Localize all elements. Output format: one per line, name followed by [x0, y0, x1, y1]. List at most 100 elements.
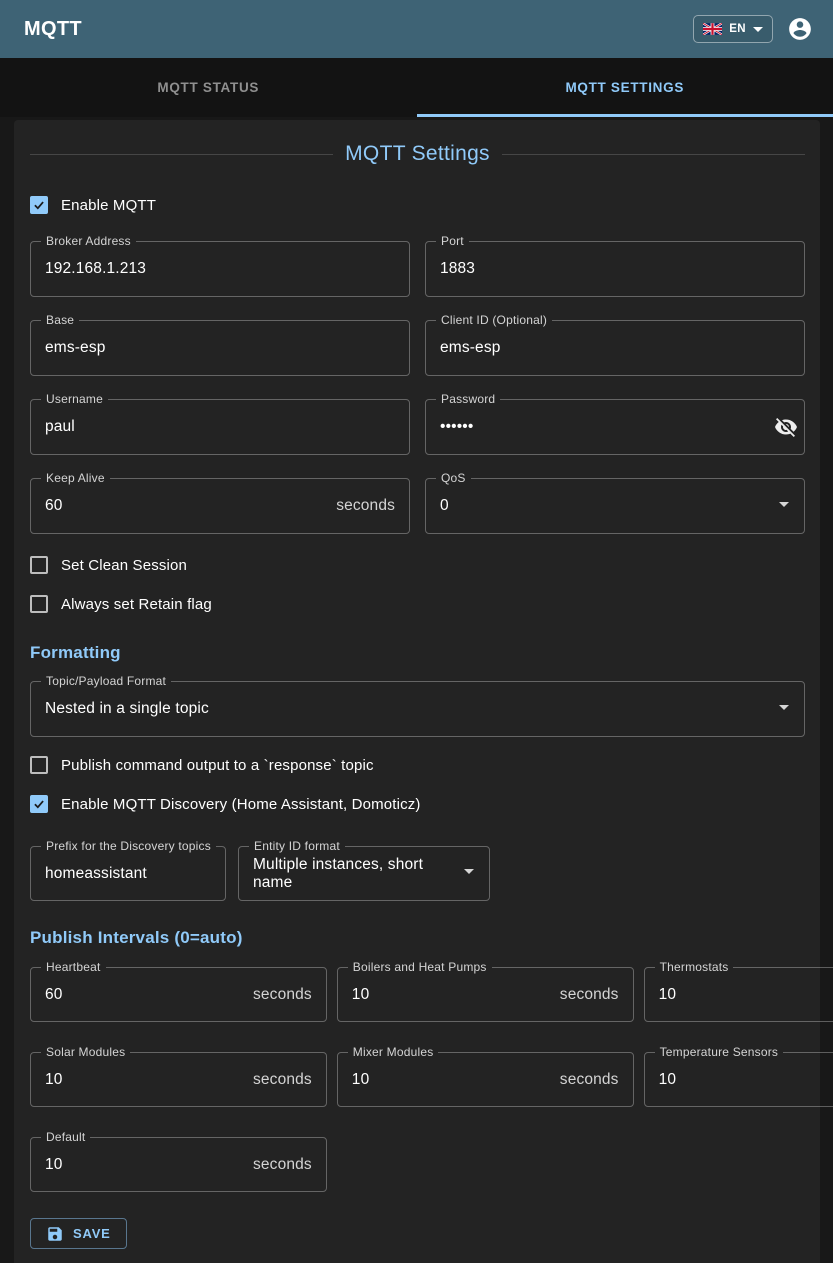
- qos-select[interactable]: QoS 0: [425, 478, 805, 534]
- visibility-off-icon[interactable]: [774, 415, 798, 439]
- checkbox-checked-icon[interactable]: [30, 795, 48, 813]
- retain-flag-checkbox-row[interactable]: Always set Retain flag: [30, 592, 805, 616]
- tab-label: MQTT SETTINGS: [565, 80, 684, 95]
- seconds-suffix: seconds: [560, 1071, 619, 1089]
- mixer-interval-field: Mixer Modules seconds: [337, 1052, 634, 1107]
- app-title: MQTT: [24, 18, 82, 41]
- default-interval-field: Default seconds: [30, 1137, 327, 1192]
- field-label: Port: [436, 234, 469, 248]
- field-label: Solar Modules: [41, 1045, 130, 1059]
- field-label: Keep Alive: [41, 471, 110, 485]
- entity-format-value: Multiple instances, short name: [253, 856, 457, 892]
- publish-response-checkbox-row[interactable]: Publish command output to a `response` t…: [30, 753, 805, 777]
- seconds-suffix: seconds: [253, 986, 312, 1004]
- save-button-label: SAVE: [73, 1226, 111, 1241]
- heartbeat-interval-field: Heartbeat seconds: [30, 967, 327, 1022]
- language-code: EN: [729, 23, 746, 35]
- checkbox-checked-icon[interactable]: [30, 196, 48, 214]
- broker-address-input[interactable]: [45, 260, 395, 278]
- tab-label: MQTT STATUS: [157, 80, 259, 95]
- save-button[interactable]: SAVE: [30, 1218, 127, 1249]
- keep-alive-field: Keep Alive seconds: [30, 478, 410, 534]
- mqtt-discovery-checkbox-row[interactable]: Enable MQTT Discovery (Home Assistant, D…: [30, 792, 805, 816]
- username-field: Username: [30, 399, 410, 455]
- field-label: Entity ID format: [249, 839, 345, 853]
- account-circle-icon[interactable]: [787, 16, 813, 42]
- base-input[interactable]: [45, 339, 395, 357]
- solar-interval-field: Solar Modules seconds: [30, 1052, 327, 1107]
- port-field: Port: [425, 241, 805, 297]
- publish-intervals-grid: Heartbeat seconds Boilers and Heat Pumps…: [30, 967, 805, 1192]
- field-label: Base: [41, 313, 79, 327]
- tab-mqtt-status[interactable]: MQTT STATUS: [0, 58, 417, 117]
- save-icon: [46, 1225, 64, 1243]
- page-title: MQTT Settings: [333, 143, 502, 165]
- dropdown-arrow-icon: [457, 859, 481, 888]
- seconds-suffix: seconds: [560, 986, 619, 1004]
- field-label: Client ID (Optional): [436, 313, 552, 327]
- appbar-actions: EN: [693, 15, 813, 43]
- tab-mqtt-settings[interactable]: MQTT SETTINGS: [417, 58, 833, 117]
- mixer-interval-input[interactable]: [352, 1071, 552, 1089]
- uk-flag-icon: [703, 23, 722, 35]
- port-input[interactable]: [440, 260, 790, 278]
- seconds-suffix: seconds: [336, 497, 395, 515]
- client-id-input[interactable]: [440, 339, 790, 357]
- field-label: Username: [41, 392, 108, 406]
- temperature-sensors-interval-input[interactable]: [659, 1071, 833, 1089]
- thermostats-interval-field: Thermostats seconds: [644, 967, 833, 1022]
- field-label: Thermostats: [655, 960, 734, 974]
- field-label: Mixer Modules: [348, 1045, 439, 1059]
- default-interval-input[interactable]: [45, 1156, 245, 1174]
- base-field: Base: [30, 320, 410, 376]
- password-input[interactable]: [440, 418, 774, 436]
- boilers-interval-input[interactable]: [352, 986, 552, 1004]
- broker-address-field: Broker Address: [30, 241, 410, 297]
- dropdown-arrow-icon: [772, 695, 796, 724]
- chevron-down-icon: [753, 27, 763, 32]
- temperature-sensors-interval-field: Temperature Sensors seconds: [644, 1052, 833, 1107]
- active-tab-indicator: [417, 114, 833, 117]
- discovery-fields-row: Prefix for the Discovery topics Entity I…: [30, 846, 805, 901]
- username-input[interactable]: [45, 418, 395, 436]
- password-field: Password: [425, 399, 805, 455]
- enable-mqtt-checkbox-row[interactable]: Enable MQTT: [30, 193, 805, 217]
- seconds-suffix: seconds: [253, 1156, 312, 1174]
- entity-id-format-select[interactable]: Entity ID format Multiple instances, sho…: [238, 846, 490, 901]
- qos-value: 0: [440, 497, 772, 515]
- discovery-prefix-input[interactable]: [45, 865, 211, 883]
- page-title-divider: MQTT Settings: [30, 143, 805, 165]
- divider-line: [30, 154, 333, 155]
- publish-intervals-heading: Publish Intervals (0=auto): [30, 927, 805, 949]
- clean-session-checkbox-row[interactable]: Set Clean Session: [30, 553, 805, 577]
- keep-alive-input[interactable]: [45, 497, 328, 515]
- checkbox-label: Set Clean Session: [61, 557, 187, 574]
- language-selector-button[interactable]: EN: [693, 15, 773, 43]
- boilers-interval-field: Boilers and Heat Pumps seconds: [337, 967, 634, 1022]
- checkbox-label: Always set Retain flag: [61, 596, 212, 613]
- mqtt-settings-card: MQTT Settings Enable MQTT Broker Address…: [14, 120, 820, 1263]
- seconds-suffix: seconds: [253, 1071, 312, 1089]
- heartbeat-interval-input[interactable]: [45, 986, 245, 1004]
- field-label: Password: [436, 392, 500, 406]
- field-label: Default: [41, 1130, 90, 1144]
- checkbox-unchecked-icon[interactable]: [30, 556, 48, 574]
- tab-bar: MQTT STATUS MQTT SETTINGS: [0, 58, 833, 117]
- solar-interval-input[interactable]: [45, 1071, 245, 1089]
- checkbox-label: Enable MQTT Discovery (Home Assistant, D…: [61, 796, 421, 813]
- checkbox-unchecked-icon[interactable]: [30, 595, 48, 613]
- formatting-heading: Formatting: [30, 642, 805, 664]
- checkbox-label: Enable MQTT: [61, 197, 156, 214]
- checkbox-label: Publish command output to a `response` t…: [61, 757, 374, 774]
- checkbox-unchecked-icon[interactable]: [30, 756, 48, 774]
- field-label: Heartbeat: [41, 960, 106, 974]
- field-label: Temperature Sensors: [655, 1045, 784, 1059]
- field-label: Topic/Payload Format: [41, 674, 171, 688]
- field-label: Prefix for the Discovery topics: [41, 839, 216, 853]
- field-label: Boilers and Heat Pumps: [348, 960, 492, 974]
- discovery-prefix-field: Prefix for the Discovery topics: [30, 846, 226, 901]
- dropdown-arrow-icon: [772, 492, 796, 521]
- topic-payload-format-select[interactable]: Topic/Payload Format Nested in a single …: [30, 681, 805, 737]
- topic-format-value: Nested in a single topic: [45, 700, 772, 718]
- thermostats-interval-input[interactable]: [659, 986, 833, 1004]
